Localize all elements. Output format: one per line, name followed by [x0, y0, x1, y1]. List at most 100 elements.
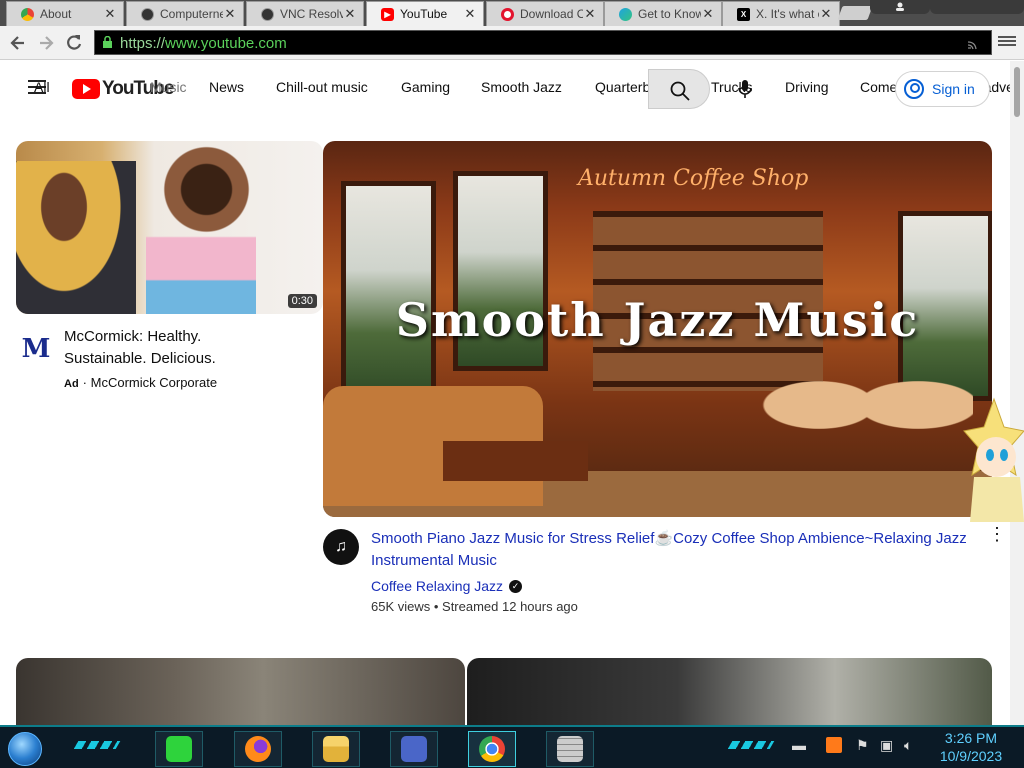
volume-icon[interactable]: 🔈︎ [904, 737, 912, 754]
address-bar[interactable]: https://www.youtube.com [94, 30, 992, 55]
tab-vnc-resolve[interactable]: VNC Resolve ✕ [246, 1, 364, 26]
tray-app-icon[interactable] [826, 737, 842, 753]
file-explorer-icon [323, 736, 349, 762]
vnc-icon [141, 7, 154, 21]
channel-name-row: Coffee Relaxing Jazz ✓ [371, 578, 523, 594]
ad-title[interactable]: McCormick: Healthy. Sustainable. Delicio… [64, 326, 284, 370]
tab-title: About [40, 7, 72, 21]
chip-smooth-jazz[interactable]: Smooth Jazz [481, 79, 562, 95]
tab-get-to-know[interactable]: Get to Know ✕ [604, 1, 722, 26]
taskbar-decoration [73, 741, 121, 749]
browser-menu-button[interactable] [998, 34, 1016, 50]
tab-title: X. It's what o [756, 7, 819, 21]
profile-button[interactable] [870, 0, 930, 14]
browser-toolbar: https://www.youtube.com [0, 26, 1024, 60]
vnc-icon [261, 7, 274, 21]
url-text: https://www.youtube.com [120, 35, 287, 52]
tab-title: Get to Know [638, 7, 701, 21]
microphone-icon[interactable] [738, 79, 752, 99]
search-button[interactable] [648, 69, 710, 109]
channel-name[interactable]: Coffee Relaxing Jazz [371, 578, 503, 594]
tab-computerne[interactable]: Computerne ✕ [126, 1, 244, 26]
clock-date: 10/9/2023 [939, 748, 1003, 764]
x-icon: X [737, 7, 750, 21]
mccormick-logo[interactable]: M [20, 333, 52, 365]
chip-music[interactable]: Music [150, 79, 187, 95]
page-scrollbar[interactable] [1010, 61, 1024, 725]
chip-gaming[interactable]: Gaming [401, 79, 450, 95]
chip-chill-out-music[interactable]: Chill-out music [276, 79, 368, 95]
youtube-icon: ▶ [381, 7, 394, 21]
tab-title: Computerne [160, 7, 223, 21]
back-button[interactable] [8, 33, 28, 53]
reload-button[interactable] [64, 33, 84, 53]
sign-in-button[interactable]: Sign in [895, 71, 990, 107]
tray-expand-icon[interactable]: ▬ [792, 737, 806, 753]
forward-button[interactable] [36, 33, 56, 53]
lock-icon [103, 36, 112, 48]
tab-about[interactable]: About ✕ [6, 1, 124, 26]
ad-label: Ad [64, 378, 79, 390]
close-tab-icon[interactable]: ✕ [583, 6, 597, 22]
arrow-right-icon [40, 36, 54, 50]
ad-meta: Ad · McCormick Corporate [64, 375, 217, 390]
chrome-icon [479, 736, 505, 762]
url-host: www.youtube.com [165, 35, 287, 52]
spotify-icon [166, 736, 192, 762]
control-panel-icon [401, 736, 427, 762]
thumb-chairs [753, 361, 973, 471]
thumb-table [443, 441, 588, 481]
close-tab-icon[interactable]: ✕ [103, 6, 117, 22]
start-button[interactable] [8, 732, 42, 766]
url-scheme: https:// [120, 35, 166, 52]
close-tab-icon[interactable]: ✕ [701, 6, 715, 22]
ad-thumbnail[interactable]: 0:30 [16, 141, 323, 314]
thumb-shop-sign: Autumn Coffee Shop [578, 166, 809, 191]
system-clock[interactable]: 3:26 PM 10/9/2023 [935, 729, 1007, 765]
video-stats: 65K views • Streamed 12 hours ago [371, 599, 578, 614]
video-thumbnail-3[interactable] [467, 658, 992, 725]
verified-icon: ✓ [509, 579, 523, 593]
wall-icon [557, 736, 583, 762]
account-icon [904, 79, 924, 99]
ad-image-adult [16, 161, 136, 314]
chip-driving[interactable]: Driving [785, 79, 829, 95]
chrome-icon [21, 7, 34, 21]
sign-in-label: Sign in [932, 81, 975, 97]
youtube-play-icon [72, 79, 100, 99]
browser-tab-strip: About ✕ Computerne ✕ VNC Resolve ✕ ▶ You… [0, 0, 1024, 26]
taskbar-item-control-panel[interactable] [390, 731, 438, 767]
scrollbar-thumb[interactable] [1014, 67, 1020, 117]
user-icon [896, 2, 904, 11]
new-tab-button[interactable] [837, 6, 873, 20]
tab-x[interactable]: X X. It's what o ✕ [722, 1, 840, 26]
close-tab-icon[interactable]: ✕ [343, 6, 357, 22]
duration-badge: 0:30 [287, 294, 317, 308]
close-tab-icon[interactable]: ✕ [463, 6, 477, 22]
taskbar-item-firefox[interactable] [234, 731, 282, 767]
chip-news[interactable]: News [209, 79, 244, 95]
tab-download-opera[interactable]: Download O ✕ [486, 1, 604, 26]
taskbar-item-chrome[interactable] [468, 731, 516, 767]
chip-all[interactable]: All [34, 79, 50, 95]
close-tab-icon[interactable]: ✕ [819, 6, 833, 22]
window-controls[interactable] [930, 0, 1024, 14]
taskbar-item-wall[interactable] [546, 731, 594, 767]
more-options-icon[interactable]: ⋮ [988, 524, 1006, 544]
cast-icon[interactable] [967, 38, 983, 50]
video-title[interactable]: Smooth Piano Jazz Music for Stress Relie… [371, 528, 981, 572]
network-icon[interactable]: ▣ [880, 737, 893, 754]
star-character-overlay [963, 397, 1024, 522]
ad-advertiser[interactable]: McCormick Corporate [91, 375, 217, 390]
arrow-left-icon [10, 36, 24, 50]
video-thumbnail-2[interactable] [16, 658, 465, 725]
tab-youtube[interactable]: ▶ YouTube ✕ [366, 1, 484, 26]
tab-title: YouTube [400, 7, 448, 21]
video-thumbnail[interactable]: Autumn Coffee Shop Smooth Jazz Music [323, 141, 992, 517]
channel-avatar[interactable]: ♫ [323, 529, 359, 565]
flag-icon[interactable]: ⚑ [856, 737, 869, 754]
taskbar-item-file-explorer[interactable] [312, 731, 360, 767]
taskbar-item-spotify[interactable] [155, 731, 203, 767]
close-tab-icon[interactable]: ✕ [223, 6, 237, 22]
taskbar: ▬ ⚑ ▣ 🔈︎ 3:26 PM 10/9/2023 [0, 725, 1024, 768]
